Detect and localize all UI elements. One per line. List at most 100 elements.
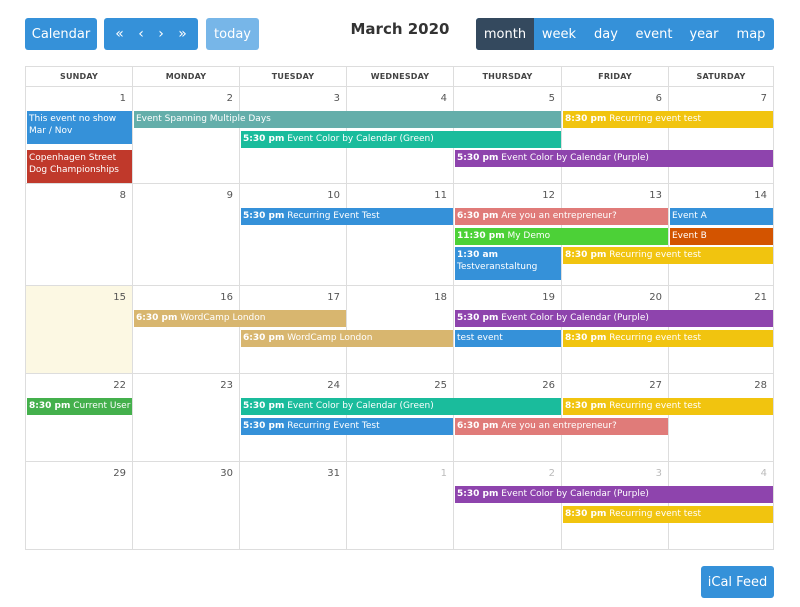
day-cell[interactable]: 2 xyxy=(133,87,240,184)
calendar-event[interactable]: 5:30 pm Recurring Event Test xyxy=(241,417,453,435)
prev-month-button[interactable]: ‹ xyxy=(135,26,147,42)
day-cell[interactable]: 6 xyxy=(562,87,669,184)
view-tab-day[interactable]: day xyxy=(584,18,628,50)
calendar-event[interactable]: This event no show Mar / Nov xyxy=(27,111,132,144)
calendar-event[interactable]: 1:30 am Testveranstaltung xyxy=(455,247,561,280)
day-number[interactable]: 8 xyxy=(120,190,126,201)
day-number[interactable]: 15 xyxy=(113,292,126,303)
day-cell[interactable]: 29 xyxy=(26,462,133,550)
calendar-event[interactable]: 5:30 pm Event Color by Calendar (Purple) xyxy=(455,310,773,327)
day-number[interactable]: 28 xyxy=(754,380,767,391)
calendar-event[interactable]: 8:30 pm Recurring event test xyxy=(563,398,773,415)
day-number[interactable]: 22 xyxy=(113,380,126,391)
calendar-event[interactable]: 8:30 pm Current User xyxy=(27,398,132,415)
calendar-event[interactable]: 5:30 pm Event Color by Calendar (Purple) xyxy=(455,486,773,503)
view-tab-event[interactable]: event xyxy=(628,18,680,50)
day-number[interactable]: 27 xyxy=(649,380,662,391)
day-number[interactable]: 26 xyxy=(542,380,555,391)
day-cell[interactable]: 7 xyxy=(669,87,774,184)
day-cell[interactable]: 10 xyxy=(240,184,347,286)
day-number[interactable]: 19 xyxy=(542,292,555,303)
day-cell[interactable]: 23 xyxy=(133,374,240,462)
calendar-event[interactable]: Copenhagen Street Dog Championships xyxy=(27,150,132,183)
day-cell[interactable]: 28 xyxy=(669,374,774,462)
day-number[interactable]: 31 xyxy=(327,468,340,479)
day-number[interactable]: 7 xyxy=(761,93,767,104)
day-number[interactable]: 2 xyxy=(549,468,555,479)
calendar-event[interactable]: 8:30 pm Recurring event test xyxy=(563,505,773,523)
event-time: 6:30 pm xyxy=(457,211,499,221)
day-number[interactable]: 17 xyxy=(327,292,340,303)
calendar-event[interactable]: 6:30 pm Are you an entrepreneur? xyxy=(455,208,668,225)
day-number[interactable]: 11 xyxy=(434,190,447,201)
day-number[interactable]: 10 xyxy=(327,190,340,201)
calendar-event[interactable]: Event A xyxy=(670,208,773,225)
event-time: 5:30 pm xyxy=(457,313,499,323)
event-title: Event Color by Calendar (Green) xyxy=(287,401,434,411)
calendar-event[interactable]: 8:30 pm Recurring event test xyxy=(563,247,773,264)
day-cell[interactable]: 2 xyxy=(454,462,562,550)
calendar-event[interactable]: 5:30 pm Event Color by Calendar (Green) xyxy=(241,398,561,415)
day-number[interactable]: 6 xyxy=(656,93,662,104)
calendar-event[interactable]: 6:30 pm Are you an entrepreneur? xyxy=(455,417,668,435)
day-number[interactable]: 1 xyxy=(120,93,126,104)
day-cell[interactable]: 8 xyxy=(26,184,133,286)
calendar-button[interactable]: Calendar xyxy=(25,18,97,50)
day-cell[interactable]: 15 xyxy=(26,286,133,374)
day-number[interactable]: 3 xyxy=(334,93,340,104)
day-number[interactable]: 23 xyxy=(220,380,233,391)
calendar-event[interactable]: Event B xyxy=(670,227,773,245)
day-number[interactable]: 5 xyxy=(549,93,555,104)
calendar-event[interactable]: 8:30 pm Recurring event test xyxy=(563,329,773,347)
next-month-button[interactable]: › xyxy=(155,26,167,42)
day-number[interactable]: 14 xyxy=(754,190,767,201)
calendar-event[interactable]: 5:30 pm Recurring Event Test xyxy=(241,208,453,225)
view-tab-week[interactable]: week xyxy=(534,18,584,50)
day-number[interactable]: 13 xyxy=(649,190,662,201)
day-number[interactable]: 3 xyxy=(656,468,662,479)
calendar-event[interactable]: 5:30 pm Event Color by Calendar (Purple) xyxy=(455,150,773,167)
day-number[interactable]: 24 xyxy=(327,380,340,391)
view-tab-year[interactable]: year xyxy=(680,18,728,50)
day-number[interactable]: 1 xyxy=(441,468,447,479)
event-time: 8:30 pm xyxy=(565,401,607,411)
day-number[interactable]: 16 xyxy=(220,292,233,303)
day-number[interactable]: 30 xyxy=(220,468,233,479)
month-grid: SUNDAY MONDAY TUESDAY WEDNESDAY THURSDAY FRID… xyxy=(25,66,774,550)
day-number[interactable]: 4 xyxy=(441,93,447,104)
day-cell[interactable]: 9 xyxy=(133,184,240,286)
calendar-event[interactable]: Event Spanning Multiple Days xyxy=(134,111,561,128)
day-cell[interactable]: 30 xyxy=(133,462,240,550)
today-button[interactable]: today xyxy=(206,18,259,50)
calendar-event[interactable]: 11:30 pm My Demo xyxy=(455,227,668,245)
next-year-button[interactable]: » xyxy=(175,26,190,42)
view-tab-month[interactable]: month xyxy=(476,18,534,50)
day-cell[interactable]: 1 xyxy=(347,462,454,550)
day-cell[interactable]: 11 xyxy=(347,184,454,286)
day-cell[interactable]: 16 xyxy=(133,286,240,374)
event-title: Event B xyxy=(672,230,707,241)
day-number[interactable]: 20 xyxy=(649,292,662,303)
prev-year-button[interactable]: « xyxy=(112,26,127,42)
calendar-event[interactable]: 6:30 pm WordCamp London xyxy=(241,329,453,347)
calendar-event[interactable]: 8:30 pm Recurring event test xyxy=(563,111,773,128)
calendar-event[interactable]: 5:30 pm Event Color by Calendar (Green) xyxy=(241,130,561,148)
event-title: Event Color by Calendar (Green) xyxy=(287,133,434,144)
day-number[interactable]: 4 xyxy=(761,468,767,479)
day-cell[interactable]: 22 xyxy=(26,374,133,462)
calendar-event[interactable]: test event xyxy=(455,329,561,347)
event-title: Event Color by Calendar (Purple) xyxy=(501,313,649,323)
day-number[interactable]: 29 xyxy=(113,468,126,479)
day-number[interactable]: 25 xyxy=(434,380,447,391)
day-number[interactable]: 9 xyxy=(227,190,233,201)
event-title: WordCamp London xyxy=(287,332,373,343)
day-cell[interactable]: 31 xyxy=(240,462,347,550)
day-number[interactable]: 18 xyxy=(434,292,447,303)
view-tab-map[interactable]: map xyxy=(728,18,774,50)
day-number[interactable]: 12 xyxy=(542,190,555,201)
day-number[interactable]: 21 xyxy=(754,292,767,303)
event-time: 1:30 am xyxy=(457,250,498,260)
calendar-event[interactable]: 6:30 pm WordCamp London xyxy=(134,310,346,327)
ical-feed-button[interactable]: iCal Feed xyxy=(701,566,774,598)
day-number[interactable]: 2 xyxy=(227,93,233,104)
